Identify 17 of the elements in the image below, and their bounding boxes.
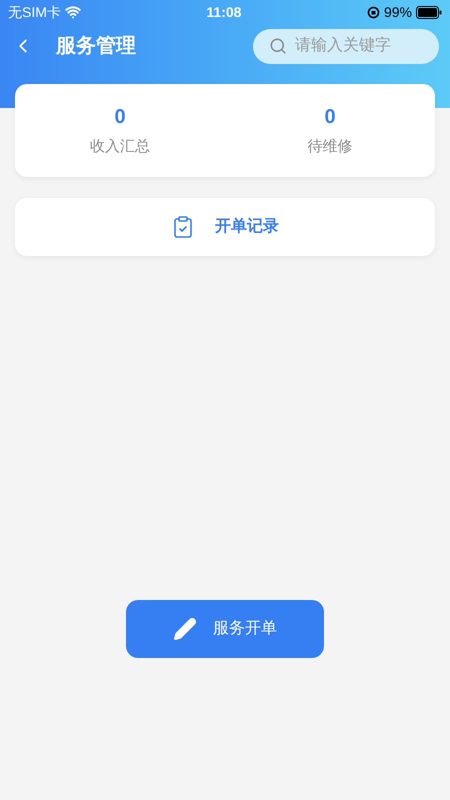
stat-value: 0 — [324, 105, 336, 130]
clock-text: 11:08 — [206, 2, 242, 22]
order-records-button[interactable]: 开单记录 — [15, 198, 435, 256]
search-field[interactable]: 请输入关键字 — [253, 28, 439, 64]
wifi-icon — [64, 4, 81, 20]
rotation-lock-icon — [366, 6, 380, 18]
stat-label: 收入汇总 — [90, 137, 150, 158]
pencil-icon — [173, 617, 197, 641]
carrier-text: 无SIM卡 — [8, 2, 61, 22]
battery-percent-text: 99% — [384, 2, 412, 22]
clipboard-check-icon — [171, 215, 195, 239]
battery-icon — [416, 6, 442, 18]
search-icon — [269, 36, 287, 54]
create-order-button[interactable]: 服务开单 — [126, 600, 324, 658]
stat-value: 0 — [114, 105, 126, 130]
stat-label: 待维修 — [308, 137, 352, 158]
page-title: 服务管理 — [56, 34, 136, 59]
